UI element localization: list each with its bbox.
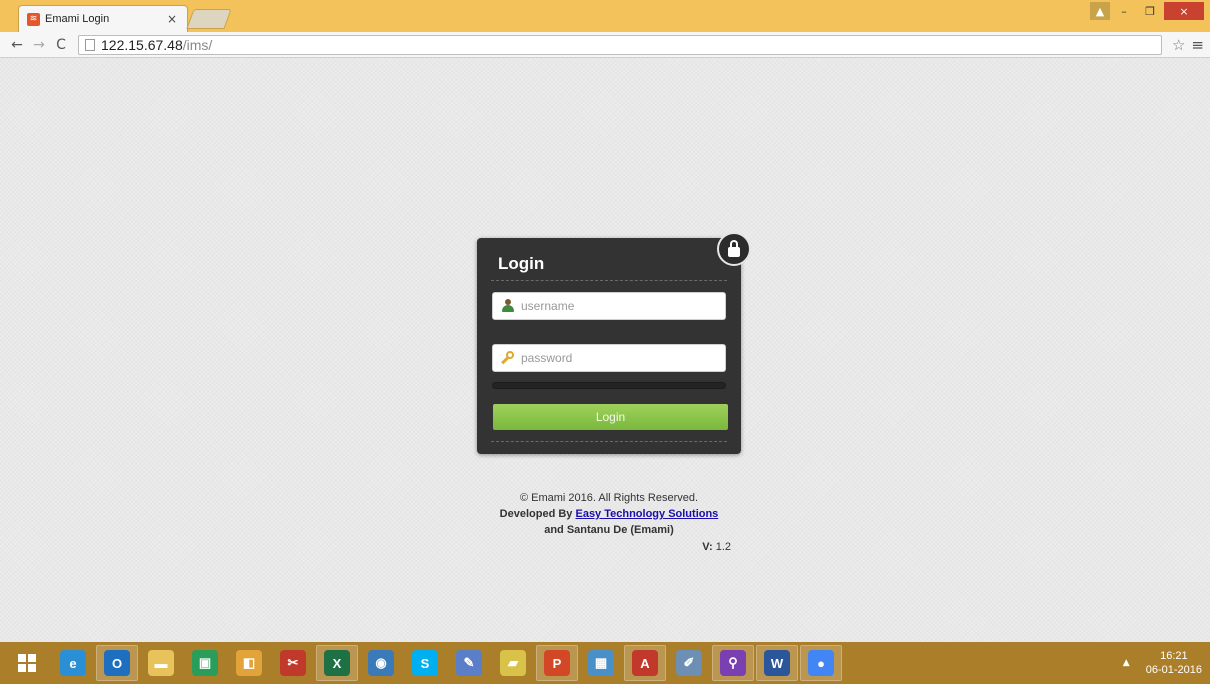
login-button[interactable]: Login (493, 404, 728, 430)
excel-icon: X (324, 650, 350, 676)
start-button[interactable] (6, 645, 48, 681)
copyright-text: © Emami 2016. All Rights Reserved. (519, 492, 699, 504)
taskbar-search[interactable]: ⚲ (712, 645, 754, 681)
taskbar-paint[interactable]: ✎ (448, 645, 490, 681)
taskbar-app-globe[interactable]: ◉ (360, 645, 402, 681)
restore-button[interactable]: ❐ (1138, 2, 1162, 20)
taskbar-chrome[interactable]: ● (800, 645, 842, 681)
version-text: V: 1.2 (477, 541, 741, 553)
page-content: Login Login © Emami 2016. All Rights Res… (0, 58, 1210, 642)
taskbar-store[interactable]: ▣ (184, 645, 226, 681)
browser-toolbar: ← → C 122.15.67.48 /ims/ ☆ ≡ (0, 32, 1210, 58)
taskbar-sticky-notes[interactable]: ▰ (492, 645, 534, 681)
powerpoint-icon: P (544, 650, 570, 676)
tab-close-icon[interactable]: × (165, 12, 179, 26)
taskbar-word[interactable]: W (756, 645, 798, 681)
tray-expand-icon[interactable]: ▲ (1123, 658, 1130, 668)
tab-favicon-icon: ≋ (27, 12, 40, 26)
clock-date: 06-01-2016 (1145, 664, 1202, 676)
taskbar-snipping-tool[interactable]: ✂ (272, 645, 314, 681)
url-path: /ims/ (182, 36, 213, 53)
tab-title: Emami Login (45, 13, 110, 25)
taskbar-remote-desktop[interactable]: ▦ (580, 645, 622, 681)
tab-emami-login[interactable]: ≋ Emami Login × (18, 5, 188, 32)
sticky-notes-icon: ▰ (500, 650, 526, 676)
clock-time: 16:21 (1160, 650, 1188, 662)
taskbar-excel[interactable]: X (316, 645, 358, 681)
taskbar: e O ▬ ▣ ◧ ✂ X ◉ S ✎ ▰ P ▦ A ✐ ⚲ W ● ▲ 16:21 06-01-2016 (0, 642, 1210, 684)
divider (491, 280, 727, 281)
new-tab-button[interactable] (186, 9, 232, 29)
lock-icon (717, 232, 751, 266)
reload-icon[interactable]: C (50, 37, 72, 53)
folder-icon: ◧ (236, 650, 262, 676)
login-panel: Login Login (477, 232, 751, 454)
acrobat-icon: A (632, 650, 658, 676)
forward-arrow-icon[interactable]: → (28, 37, 50, 53)
taskbar-powerpoint[interactable]: P (536, 645, 578, 681)
taskbar-notepad[interactable]: ✐ (668, 645, 710, 681)
taskbar-internet-explorer[interactable]: e (52, 645, 94, 681)
login-title: Login (498, 254, 545, 273)
skype-icon: S (412, 650, 438, 676)
taskbar-skype[interactable]: S (404, 645, 446, 681)
search-icon: ⚲ (720, 650, 746, 676)
snipping-tool-icon: ✂ (280, 650, 306, 676)
version-label: V: (702, 541, 713, 553)
chrome-icon: ● (808, 650, 834, 676)
store-icon: ▣ (192, 650, 218, 676)
remote-desktop-icon: ▦ (588, 650, 614, 676)
profile-icon[interactable]: ▲ (1090, 2, 1110, 20)
page-icon (85, 38, 95, 51)
minimize-button[interactable]: – (1112, 2, 1136, 20)
url-host: 122.15.67.48 (101, 36, 183, 53)
outlook-icon: O (104, 650, 130, 676)
developed-by-label: Developed By (499, 508, 573, 520)
close-button[interactable]: × (1164, 2, 1204, 20)
taskbar-folder[interactable]: ◧ (228, 645, 270, 681)
username-input[interactable] (521, 299, 711, 313)
menu-icon[interactable]: ≡ (1191, 36, 1204, 54)
internet-explorer-icon: e (60, 650, 86, 676)
paint-icon: ✎ (456, 650, 482, 676)
window-controls: ▲ – ❐ × (1090, 2, 1204, 20)
back-arrow-icon[interactable]: ← (6, 37, 28, 53)
taskbar-outlook[interactable]: O (96, 645, 138, 681)
password-field[interactable] (492, 344, 726, 372)
taskbar-acrobat[interactable]: A (624, 645, 666, 681)
password-input[interactable] (521, 351, 711, 365)
app-globe-icon: ◉ (368, 650, 394, 676)
developer-link[interactable]: Easy Technology Solutions (575, 508, 718, 520)
bookmark-star-icon[interactable]: ☆ (1172, 36, 1185, 54)
divider (491, 441, 727, 442)
version-value: 1.2 (715, 541, 731, 553)
address-bar[interactable]: 122.15.67.48 /ims/ (78, 34, 1162, 55)
coauthor-text: and Santanu De (Emami) (544, 524, 674, 536)
file-explorer-icon: ▬ (148, 650, 174, 676)
footer: © Emami 2016. All Rights Reserved. Devel… (477, 490, 741, 538)
taskbar-apps: e O ▬ ▣ ◧ ✂ X ◉ S ✎ ▰ P ▦ A ✐ ⚲ W ● (52, 645, 844, 681)
notepad-icon: ✐ (676, 650, 702, 676)
browser-titlebar: ≋ Emami Login × ▲ – ❐ × (0, 0, 1210, 32)
windows-logo-icon (18, 654, 36, 672)
taskbar-file-explorer[interactable]: ▬ (140, 645, 182, 681)
clock[interactable]: 16:21 06-01-2016 (1146, 649, 1202, 677)
system-tray: ▲ 16:21 06-01-2016 (1123, 642, 1202, 684)
progress-bar (492, 382, 726, 389)
developed-by-line: Developed By Easy Technology Solutions (477, 506, 741, 522)
username-field[interactable] (492, 292, 726, 320)
user-icon (501, 299, 515, 313)
word-icon: W (764, 650, 790, 676)
key-icon (501, 351, 515, 365)
